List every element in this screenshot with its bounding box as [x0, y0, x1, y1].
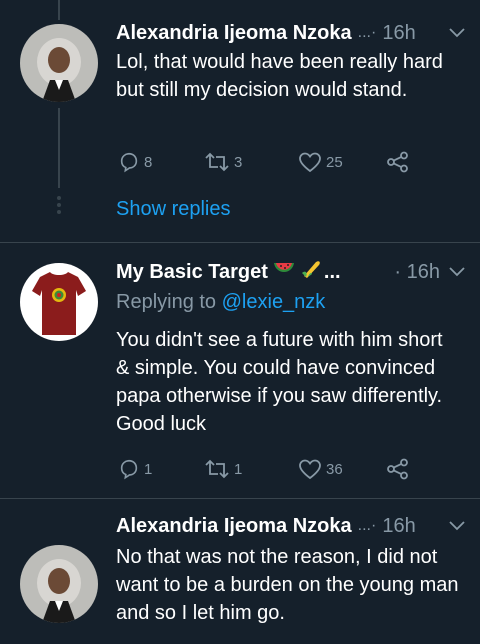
chevron-down-icon[interactable]	[446, 518, 468, 534]
retweet-count: 1	[234, 460, 243, 478]
tweet-text: Lol, that would have been really hard bu…	[116, 51, 443, 101]
tweet-header: Alexandria Ijeoma Nzoka ...· 16h	[116, 511, 468, 541]
show-replies-link[interactable]: Show replies	[116, 194, 231, 224]
share-button[interactable]	[386, 148, 414, 176]
author-name[interactable]: Alexandria Ijeoma Nzoka	[116, 515, 352, 538]
share-icon	[387, 151, 408, 173]
like-button[interactable]: 36	[298, 455, 343, 483]
tweet-text: You didn't see a future with him short &…	[116, 329, 443, 435]
timestamp[interactable]: 16h	[382, 515, 415, 538]
watermelon-emoji-icon	[272, 259, 296, 285]
like-count: 36	[326, 460, 343, 478]
like-icon	[299, 152, 321, 173]
replying-prefix: Replying to	[116, 291, 217, 313]
share-icon	[387, 458, 408, 480]
tweet-3[interactable]: Alexandria Ijeoma Nzoka ...· 16h No that…	[0, 499, 480, 644]
author-name[interactable]: My Basic Target	[116, 261, 268, 284]
tweet-header: Alexandria Ijeoma Nzoka ...· 16h	[116, 18, 468, 48]
corn-emoji-icon	[300, 259, 322, 285]
chevron-down-icon[interactable]	[446, 264, 468, 280]
reply-count: 1	[144, 460, 153, 478]
like-button[interactable]: 25	[298, 148, 343, 176]
retweet-icon	[205, 459, 229, 479]
like-icon	[299, 459, 321, 480]
tweet-header: My Basic Target ... · 16h	[116, 257, 468, 287]
name-ellipsis: ...	[323, 260, 341, 283]
action-bar: 1 1 36	[116, 455, 426, 483]
timestamp[interactable]: · 16h	[394, 261, 440, 284]
like-count: 25	[326, 153, 343, 171]
reply-button[interactable]: 1	[118, 455, 152, 483]
retweet-icon	[205, 152, 229, 172]
replying-to: Replying to @lexie_nzk	[116, 287, 325, 317]
share-button[interactable]	[386, 455, 414, 483]
replying-handle[interactable]: @lexie_nzk	[222, 291, 326, 313]
avatar[interactable]	[20, 24, 98, 102]
author-name[interactable]: Alexandria Ijeoma Nzoka	[116, 22, 352, 45]
retweet-button[interactable]: 1	[204, 455, 242, 483]
reply-icon	[120, 459, 138, 480]
avatar[interactable]	[20, 545, 98, 623]
reply-icon	[120, 152, 138, 173]
reply-count: 8	[144, 153, 153, 171]
action-bar: 8 3 25	[116, 148, 426, 176]
retweet-count: 3	[234, 153, 243, 171]
retweet-button[interactable]: 3	[204, 148, 242, 176]
tweet-2[interactable]: My Basic Target ... · 16h Replying to @l…	[0, 243, 480, 498]
avatar[interactable]	[20, 263, 98, 341]
chevron-down-icon[interactable]	[446, 25, 468, 41]
reply-button[interactable]: 8	[118, 148, 152, 176]
tweet-1[interactable]: Alexandria Ijeoma Nzoka ...· 16h Lol, th…	[0, 0, 480, 242]
name-ellipsis: ...·	[357, 517, 377, 534]
tweet-text: No that was not the reason, I did not wa…	[116, 546, 459, 624]
timestamp[interactable]: 16h	[382, 22, 415, 45]
name-ellipsis: ...·	[357, 24, 377, 41]
